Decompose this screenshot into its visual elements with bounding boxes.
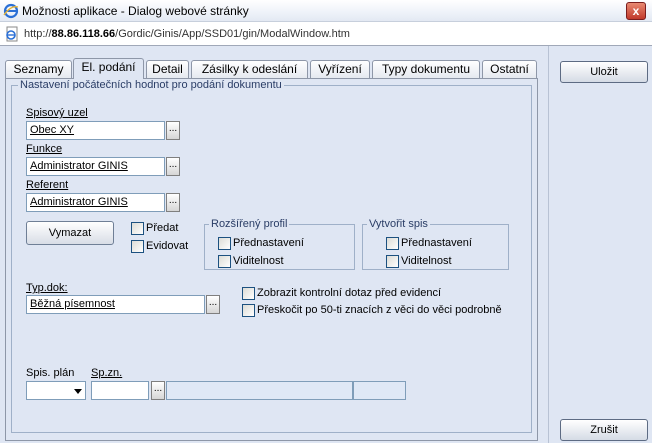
fieldset-legend: Nastavení počátečních hodnot pro podání … (18, 79, 284, 91)
referent-label: Referent (26, 179, 69, 191)
rp-viditelnost-label: Viditelnost (233, 255, 284, 267)
field-value: Administrator GINIS (30, 160, 128, 172)
vs-viditelnost-checkbox[interactable] (386, 255, 399, 268)
vytvorit-spis-legend: Vytvořit spis (367, 218, 430, 230)
vymazat-button[interactable]: Vymazat (26, 221, 114, 245)
url-path: /Gordic/Ginis/App/SSD01/gin/ModalWindow.… (115, 28, 350, 40)
sp-zn-extra-field (353, 381, 406, 400)
referent-browse-button[interactable]: ... (166, 193, 180, 212)
tab-detail[interactable]: Detail (146, 60, 189, 78)
typ-dok-field[interactable]: Běžná písemnost (26, 295, 205, 314)
ulozit-button[interactable]: Uložit (560, 61, 648, 83)
zobrazit-dotaz-label: Zobrazit kontrolní dotaz před evidencí (257, 287, 442, 299)
chevron-down-icon (74, 389, 82, 394)
close-button[interactable]: x (626, 2, 646, 20)
url-host: 88.86.118.66 (51, 28, 116, 40)
spisovy-uzel-label: Spisový uzel (26, 107, 88, 119)
title-bar: Možnosti aplikace - Dialog webové stránk… (0, 0, 652, 22)
zrusit-button[interactable]: Zrušit (560, 419, 648, 441)
preskocit-checkbox[interactable] (242, 304, 255, 317)
dialog-content: Seznamy El. podání Detail Zásilky k odes… (0, 46, 652, 443)
funkce-label: Funkce (26, 143, 63, 155)
initial-values-fieldset: Nastavení počátečních hodnot pro podání … (11, 79, 532, 433)
predat-checkbox[interactable] (131, 222, 144, 235)
rozsireny-profil-legend: Rozšířený profil (209, 218, 290, 230)
tab-label: Detail (152, 62, 183, 76)
action-panel: Uložit Zrušit (548, 46, 652, 443)
vs-viditelnost-label: Viditelnost (401, 255, 452, 267)
address-url[interactable]: http://88.86.118.66/Gordic/Ginis/App/SSD… (24, 28, 350, 40)
tab-label: Ostatní (490, 62, 529, 76)
referent-field[interactable]: Administrator GINIS (26, 193, 165, 212)
sp-zn-detail-field (166, 381, 353, 400)
address-bar: http://88.86.118.66/Gordic/Ginis/App/SSD… (0, 22, 652, 46)
spis-plan-select[interactable] (26, 381, 86, 400)
predat-label: Předat (146, 222, 179, 234)
field-value: Administrator GINIS (30, 196, 128, 208)
vs-prednastaveni-label: Přednastavení (401, 237, 472, 249)
zobrazit-dotaz-checkbox[interactable] (242, 287, 255, 300)
ie-icon (3, 3, 19, 19)
tab-el-podani[interactable]: El. podání (73, 58, 144, 79)
tab-panel-el-podani: Nastavení počátečních hodnot pro podání … (5, 78, 538, 441)
tab-vyrizeni[interactable]: Vyřízení (310, 60, 370, 78)
tab-zasilky-k-odeslani[interactable]: Zásilky k odeslání (191, 60, 308, 78)
tab-label: Zásilky k odeslání (201, 62, 298, 76)
rp-prednastaveni-checkbox[interactable] (218, 237, 231, 250)
ie-page-icon (6, 26, 18, 42)
vytvorit-spis-fieldset: Vytvořit spis Přednastavení Viditelnost (362, 218, 509, 270)
vs-prednastaveni-checkbox[interactable] (386, 237, 399, 250)
field-value: Běžná písemnost (30, 298, 115, 310)
tab-label: Vyřízení (318, 62, 362, 76)
spisovy-uzel-field[interactable]: Obec XY (26, 121, 165, 140)
tab-ostatni[interactable]: Ostatní (482, 60, 537, 78)
spisovy-uzel-browse-button[interactable]: ... (166, 121, 180, 140)
tab-label: Seznamy (13, 62, 64, 76)
sp-zn-label: Sp.zn. (91, 367, 123, 379)
evidovat-label: Evidovat (146, 240, 189, 252)
evidovat-checkbox[interactable] (131, 240, 144, 253)
funkce-field[interactable]: Administrator GINIS (26, 157, 165, 176)
sp-zn-field[interactable] (91, 381, 149, 400)
tab-label: Typy dokumentu (381, 62, 471, 76)
funkce-browse-button[interactable]: ... (166, 157, 180, 176)
spis-plan-label: Spis. plán (26, 367, 75, 379)
tab-seznamy[interactable]: Seznamy (5, 60, 72, 78)
field-value: Obec XY (30, 124, 75, 136)
typ-dok-browse-button[interactable]: ... (206, 295, 220, 314)
rp-viditelnost-checkbox[interactable] (218, 255, 231, 268)
rozsireny-profil-fieldset: Rozšířený profil Přednastavení Viditelno… (204, 218, 355, 270)
url-prefix: http:// (24, 28, 52, 40)
rp-prednastaveni-label: Přednastavení (233, 237, 304, 249)
sp-zn-browse-button[interactable]: ... (151, 381, 165, 400)
tab-typy-dokumentu[interactable]: Typy dokumentu (372, 60, 480, 78)
tab-label: El. podání (81, 60, 136, 74)
typ-dok-label: Typ.dok: (26, 282, 68, 294)
close-icon: x (632, 4, 640, 18)
window-title: Možnosti aplikace - Dialog webové stránk… (22, 4, 249, 18)
preskocit-label: Přeskočit po 50-ti znacích z věci do věc… (257, 304, 502, 316)
